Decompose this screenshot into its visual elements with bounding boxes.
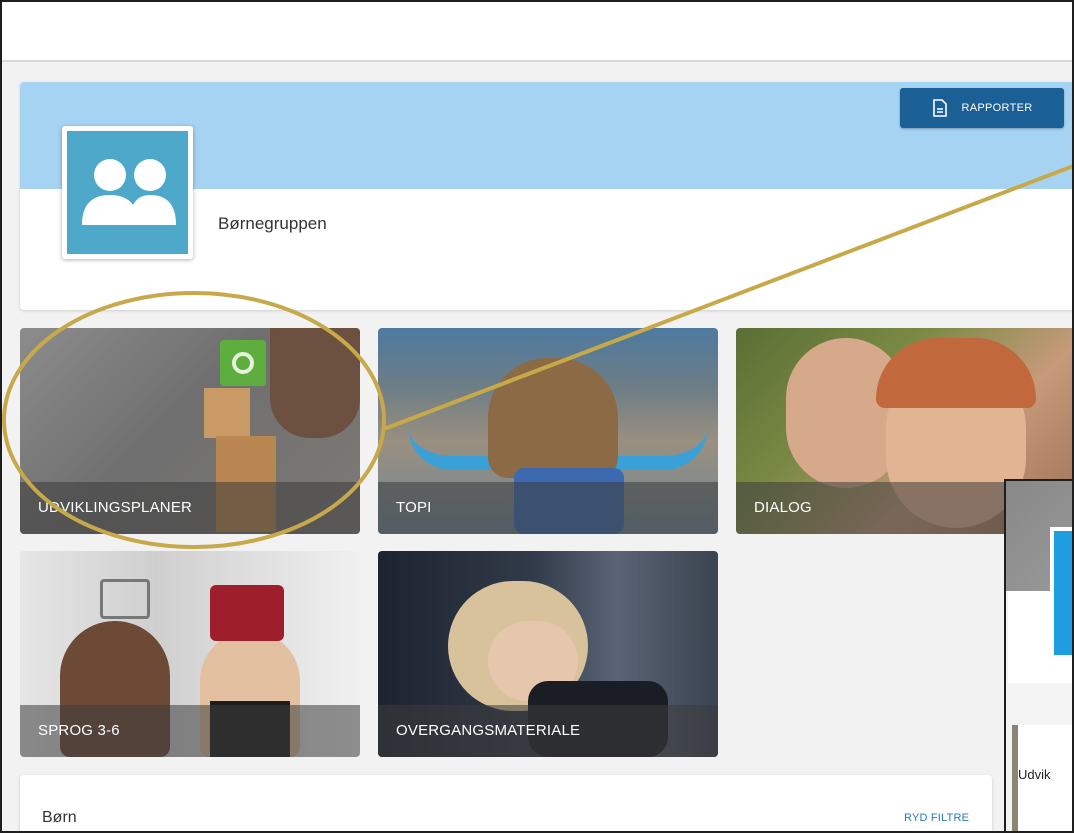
document-icon [932, 99, 947, 117]
tile-topi[interactable]: TOPI [378, 328, 718, 534]
group-avatar [62, 126, 193, 259]
wooden-blocks-image [204, 388, 250, 438]
app-frame: RAPPORTER Børnegruppen UDVIKLINGSPLANER [0, 0, 1074, 833]
zoom-overlay-panel: Udvik [1004, 479, 1072, 831]
group-header-card: RAPPORTER Børnegruppen [20, 82, 1072, 310]
tile-label: UDVIKLINGSPLANER [38, 499, 193, 516]
tile-label: DIALOG [754, 499, 812, 516]
zoomed-avatar [1050, 527, 1072, 659]
children-section: Børn RYD FILTRE [20, 775, 992, 831]
clear-filters-button[interactable]: RYD FILTRE [904, 812, 969, 824]
top-bar [2, 2, 1072, 62]
overlay-partial-text: Udvik [1018, 767, 1051, 782]
tile-label: OVERGANGSMATERIALE [396, 722, 581, 739]
group-name: Børnegruppen [218, 214, 327, 233]
tile-udviklingsplaner[interactable]: UDVIKLINGSPLANER [20, 328, 360, 534]
report-button[interactable]: RAPPORTER [900, 88, 1064, 128]
tile-overgangsmateriale[interactable]: OVERGANGSMATERIALE [378, 551, 718, 757]
tile-sprog-3-6[interactable]: SPROG 3-6 [20, 551, 360, 757]
children-title: Børn [42, 809, 77, 826]
tile-label: SPROG 3-6 [38, 722, 120, 739]
tile-label: TOPI [396, 499, 432, 516]
report-button-label: RAPPORTER [961, 102, 1033, 114]
users-icon [81, 158, 176, 225]
